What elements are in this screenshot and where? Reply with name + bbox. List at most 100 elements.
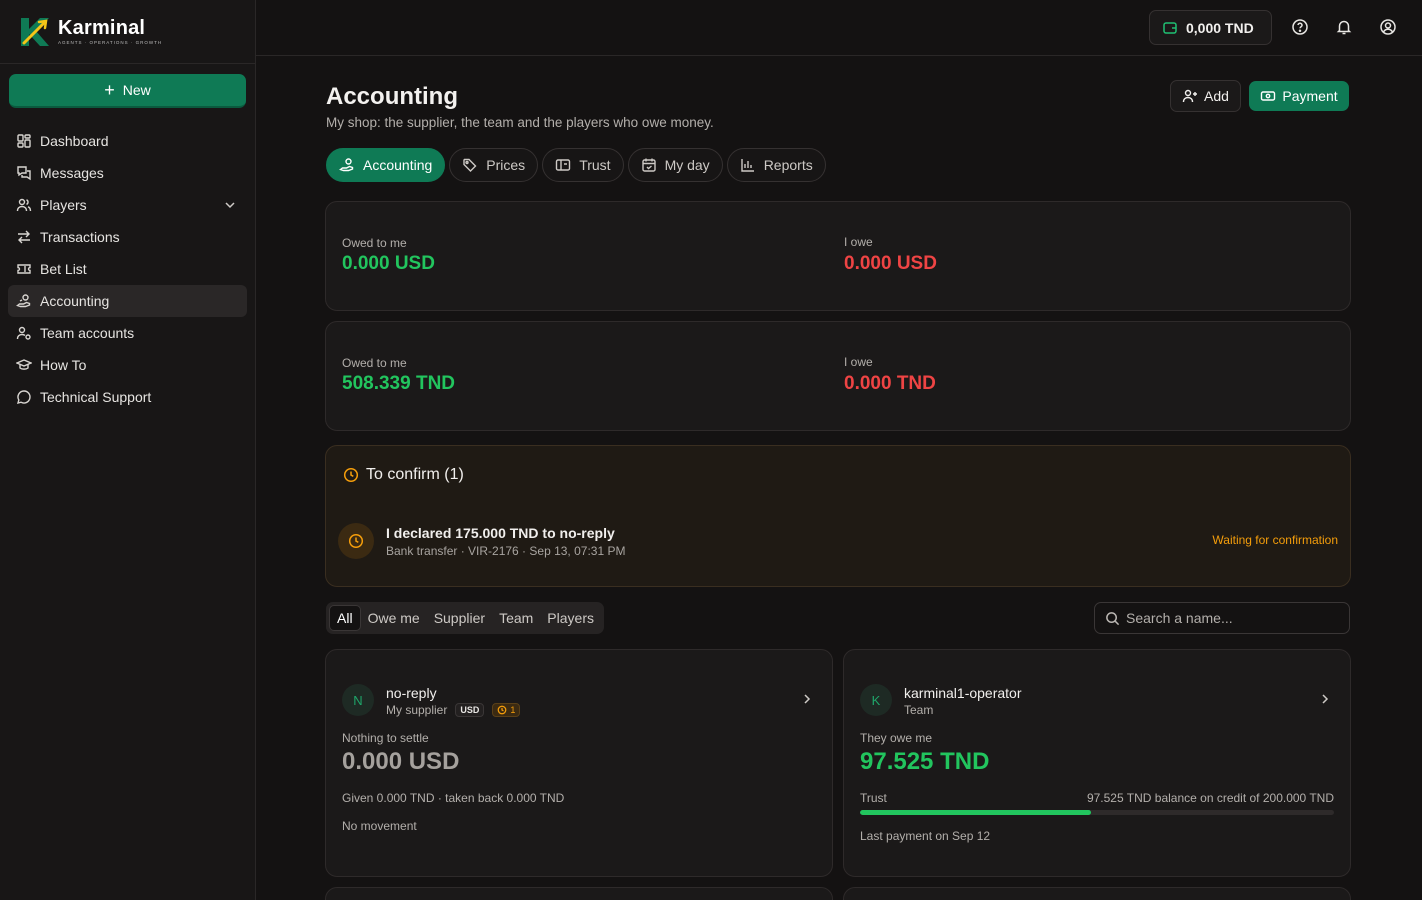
messages-icon — [16, 165, 32, 181]
balance-label: They owe me — [860, 731, 933, 745]
sidebar-item-accounting[interactable]: Accounting — [8, 285, 247, 317]
dashboard-icon — [16, 133, 32, 149]
avatar: K — [860, 684, 892, 716]
ticket-icon — [16, 261, 32, 277]
entity-role-row: My supplier USD 1 — [386, 703, 521, 717]
user-account-icon[interactable] — [1379, 18, 1397, 36]
avatar: N — [342, 684, 374, 716]
sidebar-item-label: How To — [40, 357, 87, 373]
add-button[interactable]: Add — [1170, 80, 1241, 112]
balance-label: Nothing to settle — [342, 731, 429, 745]
help-icon[interactable] — [1291, 18, 1309, 36]
plus-icon: + — [104, 80, 115, 100]
sidebar-item-label: Transactions — [40, 229, 120, 245]
movement-status: No movement — [342, 819, 417, 833]
sidebar-item-players[interactable]: Players — [8, 189, 247, 221]
banknote-icon — [1260, 88, 1276, 104]
search-input[interactable] — [1126, 610, 1336, 626]
sidebar: Karminal AGENTS · OPERATIONS · GROWTH + … — [0, 0, 256, 900]
sidebar-item-label: Team accounts — [40, 325, 135, 341]
to-confirm-panel: To confirm (1) I declared 175.000 TND to… — [325, 445, 1351, 587]
accounting-icon — [339, 157, 355, 173]
sidebar-item-team-accounts[interactable]: Team accounts — [8, 317, 247, 349]
sidebar-item-label: Dashboard — [40, 133, 109, 149]
given-taken-summary: Given 0.000 TND · taken back 0.000 TND — [342, 791, 565, 805]
tab-accounting[interactable]: Accounting — [326, 148, 446, 182]
search-icon — [1105, 611, 1120, 626]
tag-icon — [462, 157, 478, 173]
filter-chip-all[interactable]: All — [329, 605, 361, 631]
bell-icon[interactable] — [1335, 18, 1353, 36]
summary-card-usd: Owed to me 0.000 USD I owe 0.000 USD — [325, 201, 1351, 311]
transactions-icon — [16, 229, 32, 245]
pending-declaration-text: I declared 175.000 TND to no-reply — [386, 525, 615, 541]
filter-chip-players[interactable]: Players — [540, 605, 601, 631]
filter-chip-team[interactable]: Team — [492, 605, 540, 631]
wallet-balance-button[interactable]: 0,000 TND — [1149, 10, 1272, 45]
owed-to-me-value: 0.000 USD — [342, 253, 435, 274]
tab-prices[interactable]: Prices — [449, 148, 539, 182]
tab-reports[interactable]: Reports — [726, 148, 826, 182]
payment-button-label: Payment — [1282, 88, 1338, 104]
clock-icon — [497, 705, 507, 715]
search-box — [1094, 602, 1350, 634]
chat-bubble-icon — [16, 389, 32, 405]
sidebar-item-how-to[interactable]: How To — [8, 349, 247, 381]
accounting-icon — [16, 293, 32, 309]
currency-badge: USD — [455, 703, 485, 717]
chevron-right-icon — [800, 692, 814, 706]
entity-card-partial[interactable] — [325, 887, 833, 900]
i-owe-value: 0.000 USD — [844, 253, 937, 274]
owed-to-me-value: 508.339 TND — [342, 373, 456, 394]
entity-role-row: Team — [904, 703, 933, 717]
i-owe-label: I owe — [844, 235, 873, 249]
chevron-down-icon[interactable] — [223, 198, 237, 212]
pending-declaration-meta: Bank transfer · VIR-2176 · Sep 13, 07:31… — [386, 544, 626, 558]
wallet-balance: 0,000 TND — [1186, 19, 1254, 36]
trust-progress-fill — [860, 810, 1092, 815]
entity-role: Team — [904, 703, 934, 717]
balance-amount: 97.525 TND — [860, 748, 990, 775]
sidebar-item-label: Technical Support — [40, 389, 152, 405]
clock-icon — [343, 467, 359, 483]
user-plus-icon — [1182, 88, 1198, 104]
i-owe-value: 0.000 TND — [844, 373, 936, 394]
sidebar-item-technical-support[interactable]: Technical Support — [8, 381, 247, 413]
sidebar-item-bet-list[interactable]: Bet List — [8, 253, 247, 285]
new-button[interactable]: + New — [9, 74, 246, 108]
tab-label: Reports — [763, 157, 813, 173]
team-icon — [16, 325, 32, 341]
section-tabs: Accounting Prices Trust My day Reports — [326, 148, 826, 182]
payment-button[interactable]: Payment — [1249, 81, 1349, 111]
tab-label: Trust — [579, 157, 611, 173]
sidebar-item-label: Accounting — [40, 293, 110, 309]
balance-amount: 0.000 USD — [342, 748, 460, 775]
filter-chip-owe-me[interactable]: Owe me — [361, 605, 427, 631]
entity-name: no-reply — [386, 685, 437, 701]
filter-chip-supplier[interactable]: Supplier — [427, 605, 492, 631]
entity-card-karminal1-operator[interactable]: K karminal1-operator Team They owe me 97… — [843, 649, 1351, 877]
sidebar-nav: Dashboard Messages Players Transactions … — [8, 125, 247, 413]
entity-filter: All Owe me Supplier Team Players — [326, 602, 604, 634]
sidebar-item-dashboard[interactable]: Dashboard — [8, 125, 247, 157]
new-button-label: New — [122, 82, 151, 98]
pending-badge: 1 — [492, 703, 521, 717]
entity-role: My supplier — [386, 703, 448, 717]
credit-card-icon — [555, 157, 571, 173]
tab-label: Accounting — [363, 157, 433, 173]
sidebar-item-transactions[interactable]: Transactions — [8, 221, 247, 253]
sidebar-item-messages[interactable]: Messages — [8, 157, 247, 189]
entity-card-partial[interactable] — [843, 887, 1351, 900]
brand[interactable]: Karminal AGENTS · OPERATIONS · GROWTH — [0, 0, 255, 64]
waiting-status: Waiting for confirmation — [1212, 533, 1338, 547]
bar-chart-icon — [740, 157, 756, 173]
i-owe-label: I owe — [844, 355, 873, 369]
tab-trust[interactable]: Trust — [542, 148, 624, 182]
tab-my-day[interactable]: My day — [627, 148, 723, 182]
entity-name: karminal1-operator — [904, 685, 1022, 701]
brand-tagline: AGENTS · OPERATIONS · GROWTH — [58, 40, 163, 45]
tab-label: Prices — [486, 157, 526, 173]
entity-card-no-reply[interactable]: N no-reply My supplier USD 1 Nothing to … — [325, 649, 833, 877]
last-payment: Last payment on Sep 12 — [860, 829, 991, 843]
summary-card-tnd: Owed to me 508.339 TND I owe 0.000 TND — [325, 321, 1351, 431]
